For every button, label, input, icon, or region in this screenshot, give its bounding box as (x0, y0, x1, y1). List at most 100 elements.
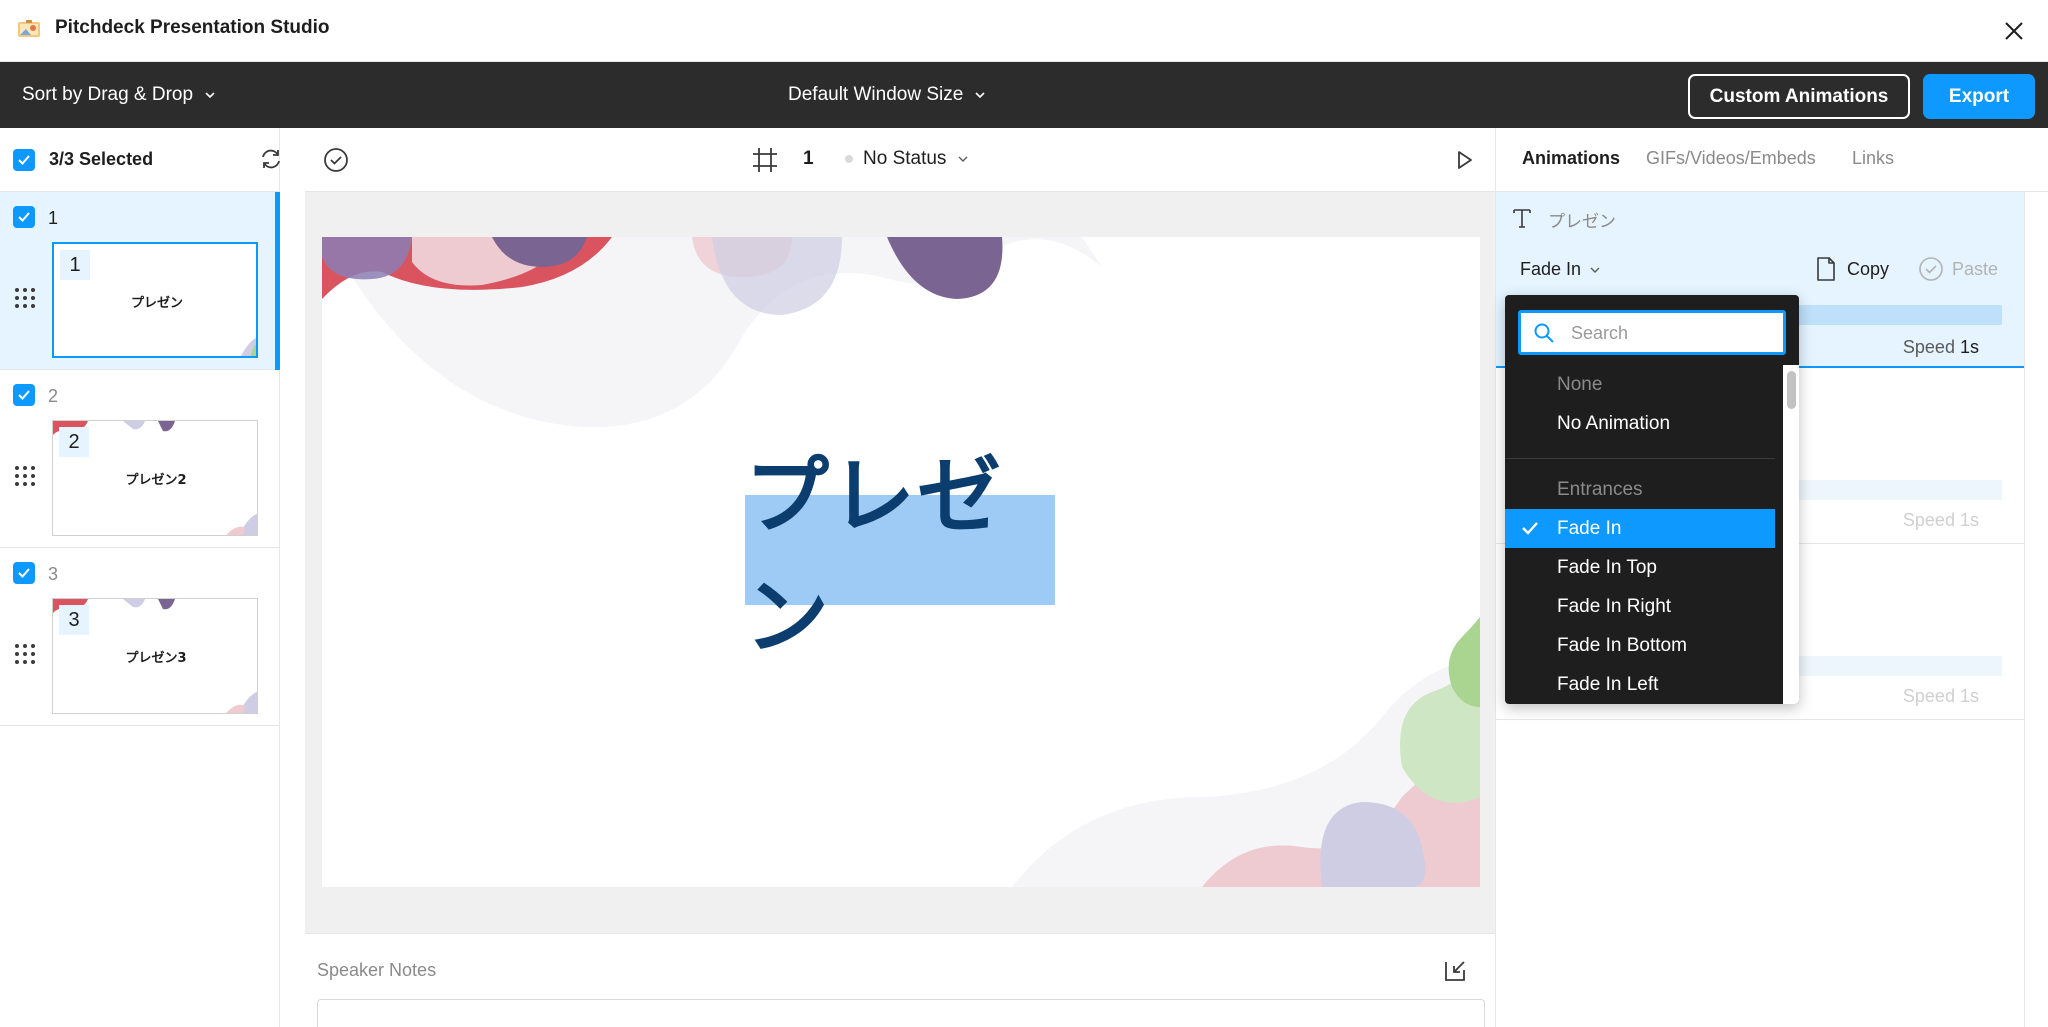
sort-dropdown[interactable]: Sort by Drag & Drop (22, 84, 217, 106)
element-name: プレゼン (1548, 212, 1616, 232)
slide-row-3[interactable]: 3 3 プレゼン3 (0, 548, 280, 726)
thumbnail-number: 2 (59, 427, 89, 457)
chevron-down-icon (975, 92, 985, 99)
slide-checkbox-2[interactable] (13, 384, 35, 406)
copy-label: Copy (1847, 258, 1890, 279)
option-fade-in-right[interactable]: Fade In Right (1505, 587, 1775, 626)
copy-icon (1817, 257, 1835, 281)
speed-value: 1s (1959, 337, 1979, 357)
slide-checkbox-1[interactable] (13, 206, 35, 228)
animation-options-list: None No Animation Entrances Fade In Fade… (1505, 365, 1775, 704)
properties-tabs: Animations GIFs/Videos/Embeds Links (1496, 128, 2048, 192)
search-field[interactable] (1518, 310, 1786, 355)
slide-canvas[interactable]: プレゼン (322, 237, 1480, 887)
status-dot (845, 155, 853, 163)
slide-number: 3 (48, 564, 59, 584)
chevron-down-icon (958, 156, 968, 162)
slide-number: 1 (48, 208, 59, 228)
chevron-down-icon (205, 92, 215, 99)
tab-gifs-videos-embeds[interactable]: GIFs/Videos/Embeds (1646, 148, 1816, 169)
slide-thumbnail-3[interactable]: 3 プレゼン3 (52, 598, 258, 714)
checkmark-icon (18, 212, 30, 222)
dropdown-scrollbar[interactable] (1783, 365, 1799, 704)
speaker-notes-label: Speaker Notes (317, 960, 437, 980)
checkmark-icon (18, 390, 30, 400)
speaker-notes-input[interactable] (317, 999, 1485, 1027)
option-label: Fade In (1557, 517, 1622, 539)
paste-label: Paste (1952, 258, 1999, 279)
search-icon (1534, 323, 1554, 343)
sort-label: Sort by Drag & Drop (22, 84, 194, 105)
thumbnail-title: プレゼン3 (125, 651, 187, 666)
thumbnail-number: 3 (59, 605, 89, 635)
slide-text-box[interactable]: プレゼン (745, 447, 1055, 666)
window-size-label: Default Window Size (788, 84, 964, 105)
canvas-area: プレゼン (305, 192, 1495, 933)
checkmark-icon (18, 155, 30, 165)
canvas-toolbar: 1 No Status (305, 128, 1495, 192)
paste-icon (1919, 257, 1943, 281)
option-divider (1505, 458, 1775, 459)
selected-count: 3/3 Selected (49, 149, 154, 169)
drag-handle-icon[interactable] (14, 465, 36, 487)
speed-readout: Speed 1s (1903, 510, 1979, 531)
paste-button[interactable]: Paste (1918, 256, 1998, 282)
check-circle-icon[interactable] (322, 146, 350, 174)
slide-row-2[interactable]: 2 2 プレゼン2 (0, 370, 280, 548)
drag-handle-icon[interactable] (14, 643, 36, 665)
option-no-animation[interactable]: No Animation (1505, 404, 1775, 443)
thumbnail-title: プレゼン2 (125, 473, 187, 488)
window-size-dropdown[interactable]: Default Window Size (788, 84, 987, 106)
status-label: No Status (863, 148, 947, 169)
thumbnail-number: 1 (60, 250, 90, 280)
frame-grid-icon (753, 148, 777, 172)
main-toolbar: Sort by Drag & Drop Default Window Size … (0, 62, 2048, 128)
select-all-checkbox[interactable] (13, 149, 35, 171)
properties-scrollbar[interactable] (2024, 192, 2048, 1027)
slide-thumbnail-1[interactable]: 1 プレゼン (52, 242, 258, 358)
copy-button[interactable]: Copy (1815, 256, 1889, 282)
speed-readout: Speed 1s (1903, 337, 1979, 358)
slide-checkbox-3[interactable] (13, 562, 35, 584)
checkmark-icon (18, 568, 30, 578)
text-icon (1513, 209, 1531, 228)
speed-label: Speed (1902, 337, 1955, 357)
title-bar: Pitchdeck Presentation Studio (0, 0, 2048, 62)
slide-number: 2 (48, 386, 59, 406)
speed-readout: Speed 1s (1903, 686, 1979, 707)
animation-select-value: Fade In (1520, 259, 1582, 279)
slide-thumbnail-2[interactable]: 2 プレゼン2 (52, 420, 258, 536)
checkmark-icon (1522, 522, 1538, 535)
slides-panel-header: 3/3 Selected (0, 128, 280, 192)
play-icon[interactable] (1452, 148, 1476, 172)
app-title: Pitchdeck Presentation Studio (55, 17, 330, 38)
slide-row-1[interactable]: 1 1 プレゼン (0, 192, 280, 370)
option-group-entrances: Entrances (1557, 478, 1643, 500)
animation-dropdown-menu: None No Animation Entrances Fade In Fade… (1505, 295, 1799, 704)
refresh-icon[interactable] (258, 146, 284, 172)
drag-handle-icon[interactable] (14, 287, 36, 309)
option-fade-in[interactable]: Fade In (1505, 509, 1775, 548)
app-logo-icon (18, 20, 40, 37)
dropdown-scrollbar-thumb[interactable] (1787, 371, 1796, 409)
editor-center: 1 No Status プレゼン Speaker Notes (305, 128, 1495, 1027)
option-fade-in-top[interactable]: Fade In Top (1505, 548, 1775, 587)
active-indicator (275, 192, 280, 370)
tab-links[interactable]: Links (1852, 148, 1894, 169)
tab-animations[interactable]: Animations (1522, 148, 1620, 169)
status-dropdown[interactable]: No Status (845, 148, 970, 170)
search-input[interactable] (1571, 319, 1771, 347)
slides-panel: 3/3 Selected 1 1 プレゼン 2 2 プレゼン2 3 3 プレゼン… (0, 128, 280, 1027)
close-icon[interactable] (2000, 17, 2028, 45)
frame-number: 1 (803, 148, 814, 169)
animation-select[interactable]: Fade In (1520, 259, 1601, 280)
option-fade-in-left[interactable]: Fade In Left (1505, 665, 1775, 704)
export-notes-icon[interactable] (1442, 956, 1470, 984)
speed-label: Speed (1902, 510, 1955, 530)
option-fade-in-bottom[interactable]: Fade In Bottom (1505, 626, 1775, 665)
speed-label: Speed (1902, 686, 1955, 706)
export-button[interactable]: Export (1923, 74, 2035, 119)
custom-animations-button[interactable]: Custom Animations (1688, 74, 1910, 119)
option-group-none: None (1557, 373, 1603, 395)
speaker-notes: Speaker Notes (305, 933, 1495, 1027)
